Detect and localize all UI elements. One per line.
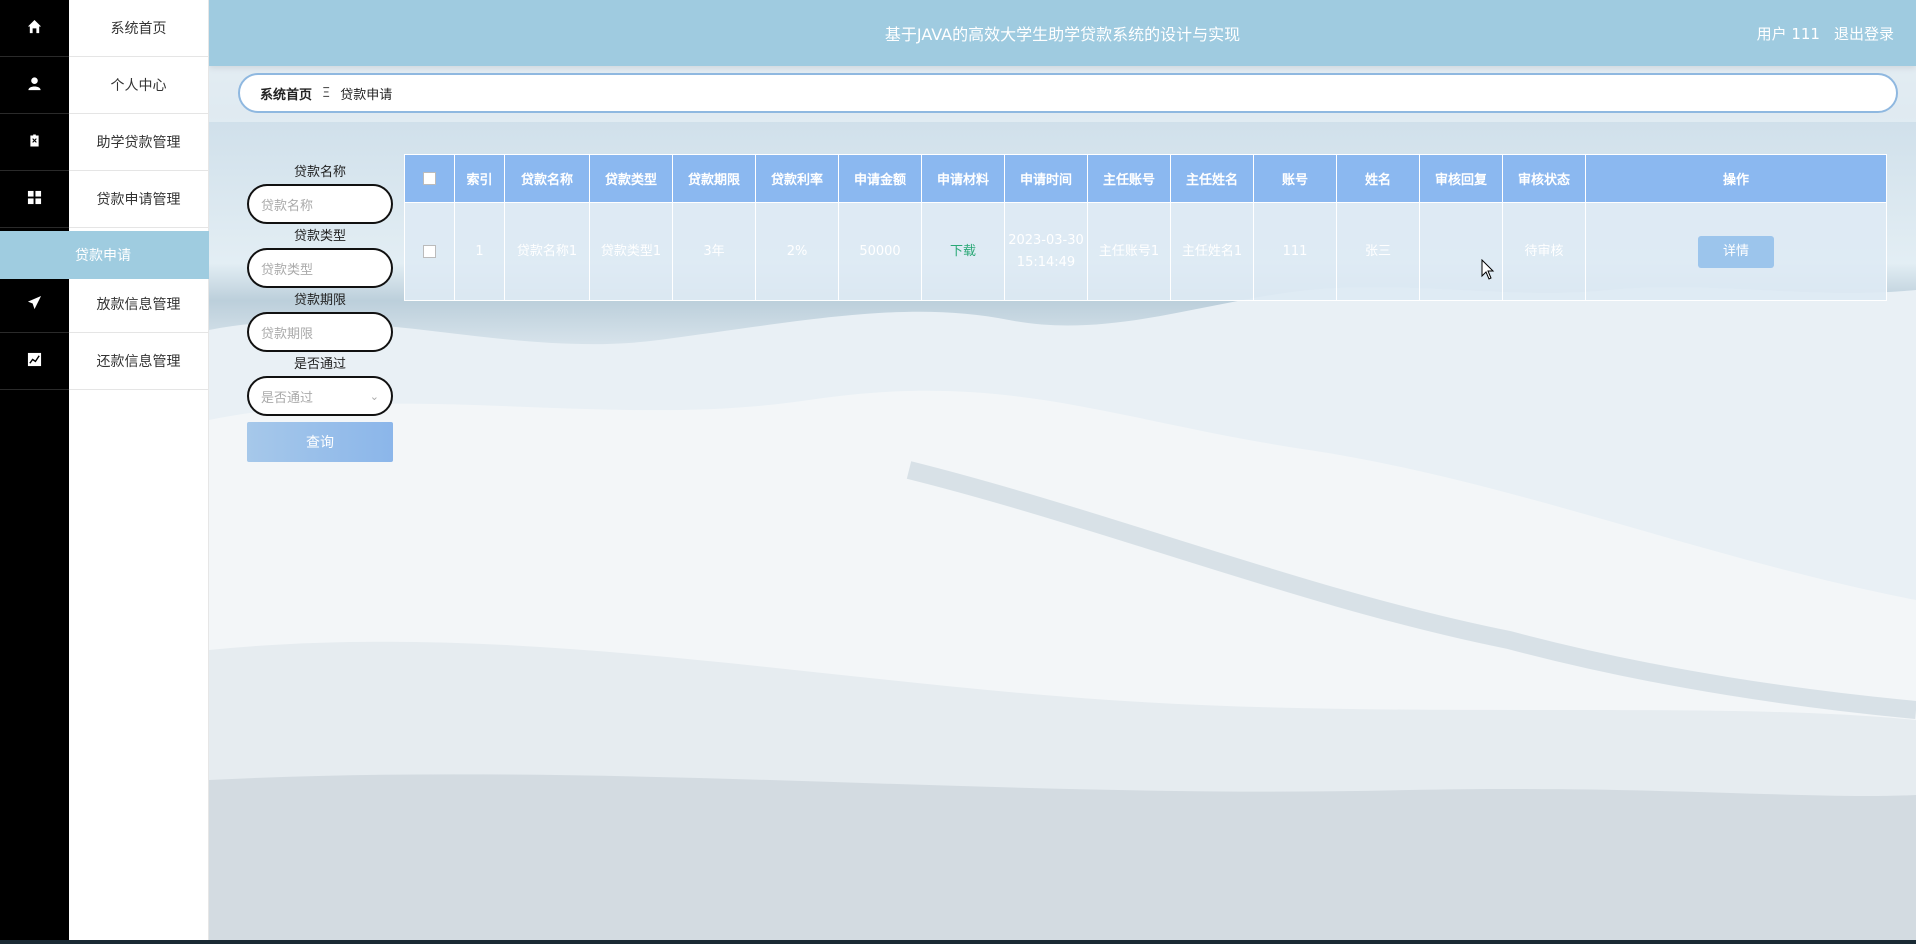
- clipboard-icon: [27, 132, 42, 152]
- app-title: 基于JAVA的高效大学生助学贷款系统的设计与实现: [884, 25, 1241, 44]
- cell-status: 待审核: [1502, 202, 1586, 301]
- snow-landscape-background: [209, 287, 1916, 940]
- grid-icon: [27, 190, 42, 209]
- row-select-cell[interactable]: [404, 202, 455, 301]
- cell-loan-rate: 2%: [755, 202, 839, 301]
- rail-disbursement[interactable]: [0, 276, 69, 333]
- breadcrumb-current: 贷款申请: [340, 87, 393, 103]
- loan-application-table: 索引 贷款名称 贷款类型 贷款期限 贷款利率 申请金额 申请材料 申请时间 主任…: [404, 154, 1887, 301]
- sidebar-subitem-loan-application[interactable]: 贷款申请: [0, 231, 209, 279]
- detail-button[interactable]: 详情: [1698, 235, 1774, 268]
- row-checkbox[interactable]: [423, 244, 436, 258]
- table-header: 操作: [1585, 154, 1887, 203]
- table-header: 贷款名称: [504, 154, 590, 203]
- table-row: 1 贷款名称1 贷款类型1 3年 2% 50000 下载 2023-03-30 …: [404, 202, 1887, 301]
- loan-name-label: 贷款名称: [293, 165, 346, 180]
- cell-director-name: 主任姓名1: [1170, 202, 1254, 301]
- table-header: 主任姓名: [1170, 154, 1254, 203]
- logout-link[interactable]: 退出登录: [1834, 23, 1894, 44]
- header-select-all[interactable]: [404, 154, 455, 203]
- rail-home[interactable]: [0, 0, 69, 57]
- breadcrumb: 系统首页 Ξ 贷款申请: [238, 73, 1898, 113]
- sidebar-item-profile[interactable]: 个人中心: [69, 57, 208, 114]
- cell-index: 1: [454, 202, 505, 301]
- sidebar-item-application-management[interactable]: 贷款申请管理: [69, 171, 208, 228]
- home-icon: [27, 19, 42, 38]
- table-header: 账号: [1253, 154, 1337, 203]
- table-header: 姓名: [1336, 154, 1420, 203]
- sidebar-item-loan-management[interactable]: 助学贷款管理: [69, 114, 208, 171]
- passed-select-value: 是否通过: [261, 390, 314, 406]
- table-header: 申请时间: [1004, 154, 1088, 203]
- rail-application[interactable]: [0, 171, 69, 228]
- rail-repayment[interactable]: [0, 333, 69, 390]
- cell-account: 111: [1253, 202, 1337, 301]
- cell-director-account: 主任账号1: [1087, 202, 1171, 301]
- chevron-down-icon: ⌄: [369, 389, 379, 403]
- cell-loan-type: 贷款类型1: [589, 202, 673, 301]
- sidebar: 系统首页 个人中心 助学贷款管理 贷款申请管理 放款信息管理 还款信息管理: [69, 0, 209, 940]
- cell-loan-name: 贷款名称1: [504, 202, 590, 301]
- query-button[interactable]: 查询: [247, 422, 393, 462]
- cell-loan-term: 3年: [672, 202, 756, 301]
- table-header: 贷款期限: [672, 154, 756, 203]
- loan-type-label: 贷款类型: [293, 229, 346, 244]
- mouse-cursor-icon: [1481, 259, 1495, 280]
- table-header: 索引: [454, 154, 505, 203]
- loan-type-input[interactable]: 贷款类型: [247, 248, 393, 288]
- select-all-checkbox[interactable]: [423, 172, 436, 185]
- sidebar-item-home[interactable]: 系统首页: [69, 0, 208, 57]
- table-header: 审核回复: [1419, 154, 1503, 203]
- cell-name: 张三: [1336, 202, 1420, 301]
- user-icon: [27, 76, 42, 95]
- cell-apply-time: 2023-03-30 15:14:49: [1004, 202, 1088, 301]
- table-header: 申请金额: [838, 154, 922, 203]
- table-header: 审核状态: [1502, 154, 1586, 203]
- sidebar-item-repayment[interactable]: 还款信息管理: [69, 333, 208, 390]
- main-area: 基于JAVA的高效大学生助学贷款系统的设计与实现 用户 111 退出登录 系统首…: [209, 0, 1916, 940]
- taskbar-strip: [0, 940, 1916, 944]
- cell-reply: [1419, 202, 1503, 301]
- loan-term-input[interactable]: 贷款期限: [247, 312, 393, 352]
- passed-select[interactable]: 是否通过 ⌄: [247, 376, 393, 416]
- table-header: 申请材料: [921, 154, 1005, 203]
- breadcrumb-home[interactable]: 系统首页: [260, 84, 312, 103]
- user-menu: 用户 111 退出登录: [1757, 0, 1894, 66]
- table-header: 主任账号: [1087, 154, 1171, 203]
- cell-amount: 50000: [838, 202, 922, 301]
- table-header-row: 索引 贷款名称 贷款类型 贷款期限 贷款利率 申请金额 申请材料 申请时间 主任…: [404, 154, 1887, 203]
- loan-term-label: 贷款期限: [293, 293, 346, 308]
- icon-rail: [0, 0, 69, 940]
- user-label: 用户 111: [1756, 24, 1820, 43]
- rail-loan[interactable]: [0, 114, 69, 171]
- breadcrumb-separator: Ξ: [322, 85, 331, 101]
- search-panel: 贷款名称 贷款名称 贷款类型 贷款类型 贷款期限 贷款期限 是否通过 是否通过 …: [247, 162, 393, 462]
- table-header: 贷款类型: [589, 154, 673, 203]
- top-bar: 基于JAVA的高效大学生助学贷款系统的设计与实现: [209, 0, 1916, 66]
- loan-name-input[interactable]: 贷款名称: [247, 184, 393, 224]
- cell-action: 详情: [1585, 202, 1887, 301]
- sidebar-item-disbursement[interactable]: 放款信息管理: [69, 276, 208, 333]
- table-header: 贷款利率: [755, 154, 839, 203]
- passed-label: 是否通过: [293, 357, 346, 372]
- rail-user[interactable]: [0, 57, 69, 114]
- download-link[interactable]: 下载: [921, 202, 1005, 301]
- chart-icon: [27, 352, 42, 371]
- send-icon: [27, 295, 42, 314]
